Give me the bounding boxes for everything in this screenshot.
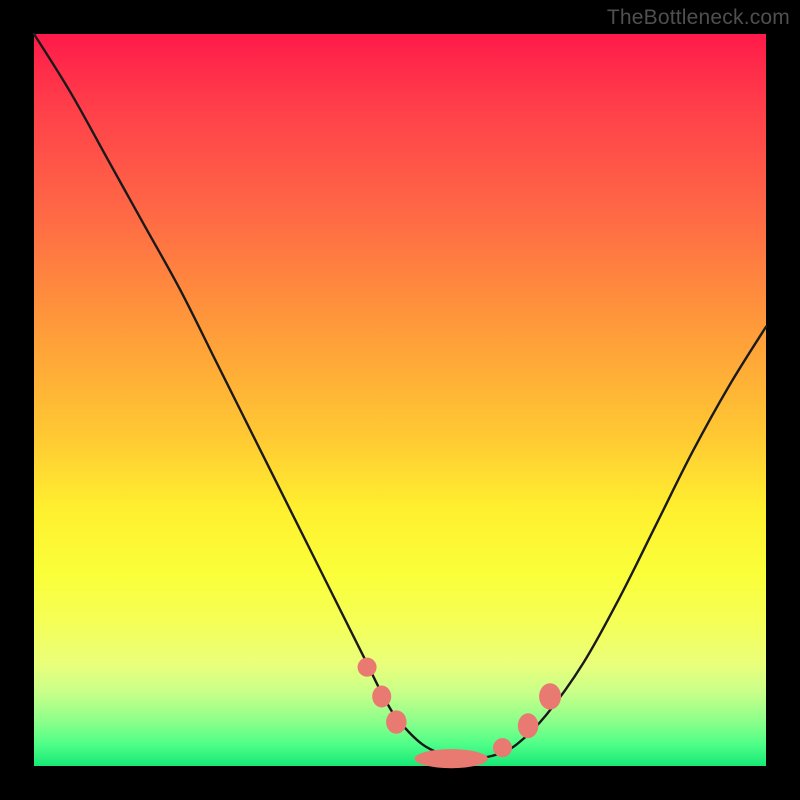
marker-right-mid	[518, 713, 538, 738]
data-markers	[358, 658, 561, 769]
marker-left-mid	[372, 685, 391, 707]
bottleneck-curve	[34, 34, 766, 759]
marker-right-high	[539, 683, 561, 709]
chart-plot-area	[34, 34, 766, 766]
marker-left-high	[358, 658, 377, 677]
marker-right-low	[493, 738, 512, 757]
marker-bottom-bar	[415, 749, 488, 768]
marker-left-low	[386, 710, 406, 733]
curve-svg	[34, 34, 766, 766]
watermark-text: TheBottleneck.com	[607, 6, 790, 30]
chart-frame: TheBottleneck.com	[0, 0, 800, 800]
